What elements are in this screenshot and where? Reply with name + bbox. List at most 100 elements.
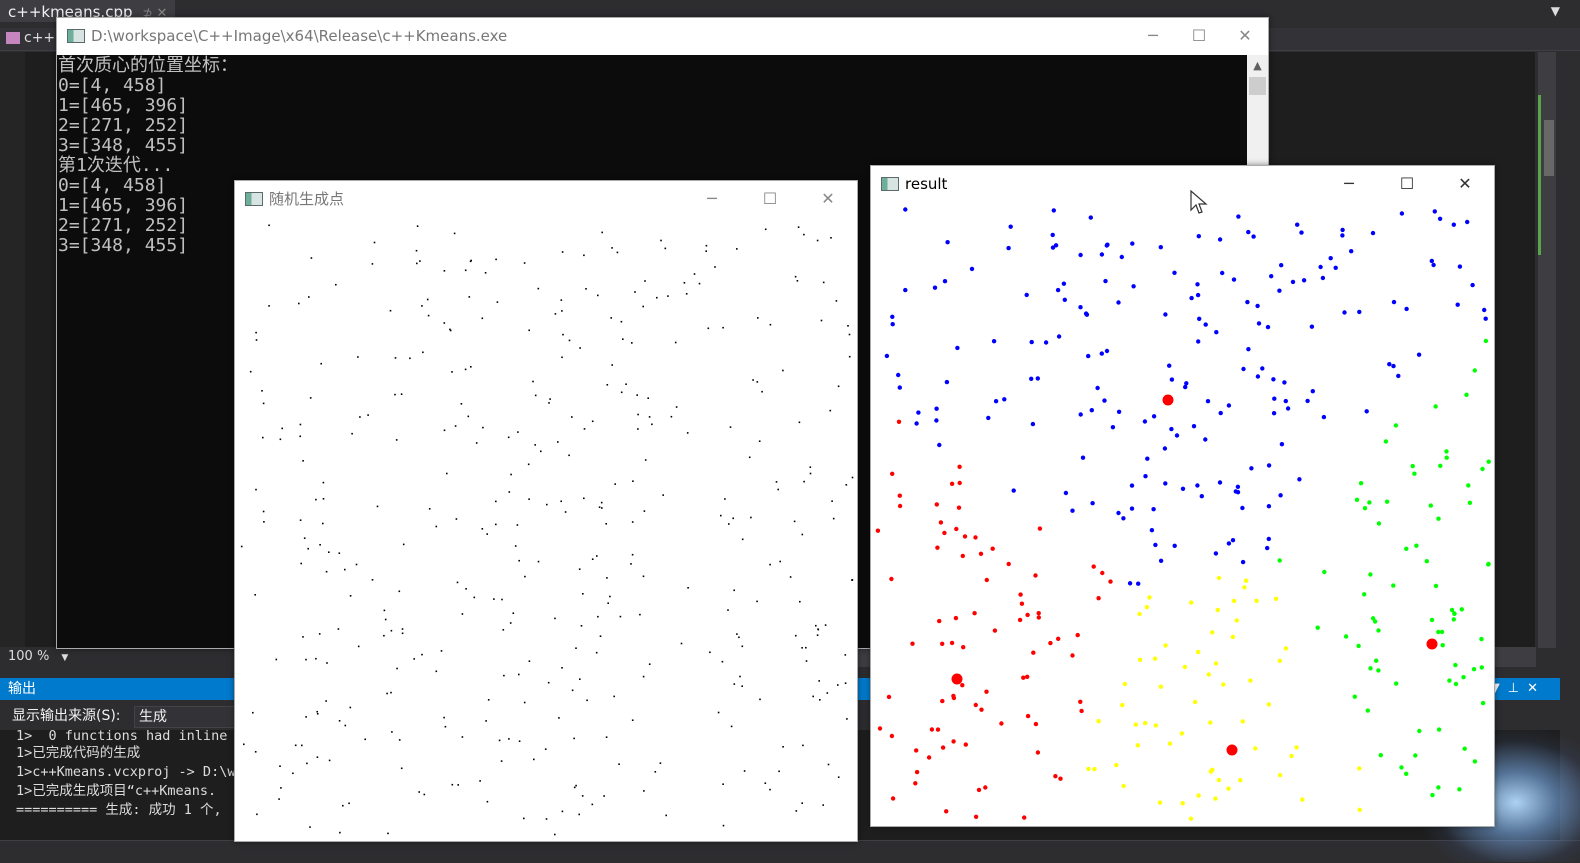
cluster-point <box>926 755 932 760</box>
random-point <box>252 711 254 714</box>
random-point <box>310 257 313 259</box>
project-dropdown[interactable]: c++ <box>6 30 55 46</box>
cluster-point <box>945 240 950 245</box>
random-point <box>654 771 657 773</box>
close-icon[interactable]: ✕ <box>1527 681 1546 696</box>
random-point <box>320 362 322 365</box>
random-point <box>305 658 307 661</box>
random-point <box>722 326 724 329</box>
cluster-point <box>999 721 1004 726</box>
cluster-point <box>1121 516 1126 521</box>
zoom-dropdown[interactable]: 100 % ▼ <box>0 647 248 667</box>
random-point <box>722 824 725 827</box>
output-source-select[interactable]: 生成 <box>134 706 240 728</box>
random-point <box>398 590 401 593</box>
cluster-point <box>957 464 962 469</box>
cluster-point <box>1285 406 1291 411</box>
cluster-point <box>1357 807 1362 812</box>
cluster-point <box>1105 242 1110 247</box>
cluster-point <box>1195 282 1200 287</box>
scrollbar-thumb[interactable] <box>1249 77 1266 95</box>
cluster-point <box>1226 786 1231 791</box>
console-titlebar[interactable]: D:\workspace\C++Image\x64\Release\c++Kme… <box>57 18 1268 54</box>
cluster-point <box>960 553 965 559</box>
cluster-point <box>1440 643 1445 648</box>
chevron-down-icon[interactable]: ▼ <box>1551 4 1560 18</box>
random-point <box>517 431 519 433</box>
random-window-titlebar[interactable]: 随机生成点 ─ ☐ ✕ <box>235 181 857 217</box>
random-point <box>384 618 387 621</box>
cluster-point <box>1070 508 1075 513</box>
result-window[interactable]: result ─ ☐ ✕ <box>870 165 1495 827</box>
result-window-title: result <box>905 175 948 193</box>
random-point <box>453 232 456 235</box>
cluster-point <box>1273 596 1279 601</box>
cluster-point <box>1479 665 1484 670</box>
random-point <box>549 398 551 400</box>
random-point <box>502 629 505 631</box>
random-point <box>709 651 711 654</box>
random-point <box>518 559 520 562</box>
cluster-point <box>1414 543 1419 548</box>
cluster-point <box>1230 634 1236 640</box>
random-point <box>376 505 379 508</box>
random-point <box>451 371 453 373</box>
random-point <box>554 833 556 836</box>
cluster-point <box>1021 675 1026 680</box>
cluster-point <box>1393 423 1399 428</box>
close-icon[interactable]: ✕ <box>1442 166 1488 202</box>
cluster-point <box>903 207 908 212</box>
minimize-icon[interactable]: ─ <box>1326 166 1372 202</box>
scrollbar-thumb[interactable] <box>1544 120 1554 176</box>
random-point <box>837 385 840 388</box>
centroid-point <box>951 673 963 685</box>
cluster-point <box>1152 656 1158 661</box>
cluster-point <box>984 689 989 694</box>
random-point <box>643 510 646 512</box>
minimize-icon[interactable]: ─ <box>1130 18 1176 54</box>
cluster-point <box>1080 455 1086 460</box>
cluster-point <box>1352 694 1357 699</box>
cluster-point <box>1196 339 1201 344</box>
cluster-point <box>1436 785 1441 790</box>
cluster-point <box>1429 258 1434 264</box>
cluster-point <box>1378 753 1383 758</box>
cluster-point <box>1436 516 1441 521</box>
cluster-point <box>1129 483 1135 488</box>
cluster-point <box>949 481 955 486</box>
minimize-icon[interactable]: ─ <box>689 181 735 217</box>
chevron-up-icon[interactable]: ▲ <box>1247 55 1268 75</box>
random-point <box>547 681 550 684</box>
random-point <box>279 438 282 441</box>
result-window-titlebar[interactable]: result ─ ☐ ✕ <box>871 166 1494 202</box>
cluster-point <box>1283 398 1288 404</box>
cluster-point <box>1370 230 1376 236</box>
random-points-window[interactable]: 随机生成点 ─ ☐ ✕ <box>234 180 858 842</box>
pin-icon[interactable]: ⊥ <box>1508 681 1527 696</box>
random-point <box>268 224 270 227</box>
cluster-point <box>1033 721 1039 727</box>
random-point <box>733 683 736 685</box>
cluster-point <box>1099 252 1105 257</box>
cluster-point <box>942 279 948 284</box>
close-icon[interactable]: ✕ <box>1222 18 1268 54</box>
random-point <box>256 813 258 816</box>
random-point <box>805 660 808 662</box>
close-icon[interactable]: ✕ <box>805 181 851 217</box>
cluster-point <box>1122 681 1128 687</box>
cluster-point <box>1226 403 1232 408</box>
random-point <box>603 795 605 797</box>
cluster-point <box>1024 292 1029 298</box>
random-point <box>758 440 761 442</box>
cluster-point <box>1050 232 1055 238</box>
maximize-icon[interactable]: ☐ <box>1384 166 1430 202</box>
maximize-icon[interactable]: ☐ <box>1176 18 1222 54</box>
cluster-point <box>1368 572 1373 577</box>
random-point <box>255 488 257 491</box>
random-point <box>308 296 310 298</box>
random-point <box>427 314 430 317</box>
maximize-icon[interactable]: ☐ <box>747 181 793 217</box>
cluster-point <box>1197 316 1202 321</box>
random-point <box>528 660 531 662</box>
cluster-point <box>1053 774 1058 779</box>
